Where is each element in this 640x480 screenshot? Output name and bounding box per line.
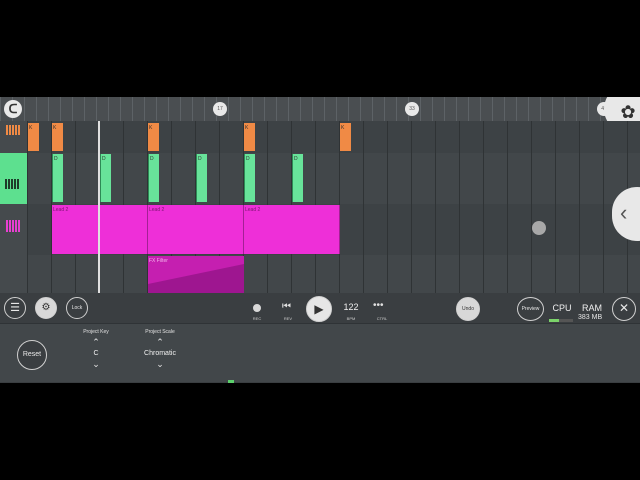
drum-pattern-icon <box>6 125 20 135</box>
instrument-settings-button[interactable]: ⚙ <box>35 297 57 319</box>
track-lane-drums[interactable] <box>27 121 640 154</box>
rewind-icon[interactable]: ⏮ <box>282 301 291 312</box>
synth-bars-icon <box>6 220 20 232</box>
track-lane-fx[interactable] <box>27 255 640 294</box>
more-dots-icon[interactable]: ••• <box>373 300 384 311</box>
close-icon: ✕ <box>618 301 630 315</box>
reset-button[interactable]: Reset <box>17 340 47 370</box>
preview-button[interactable]: Preview <box>517 297 544 321</box>
piano-gear-icon: ⚙ <box>41 302 51 313</box>
keys-clip[interactable]: D <box>196 154 207 202</box>
lead-clip[interactable]: Lead 2 <box>244 205 340 254</box>
lead-clip[interactable] <box>100 205 148 254</box>
ruler-mark-17[interactable]: 17 <box>213 102 227 116</box>
cpu-meter-fill <box>549 319 559 322</box>
drum-clip[interactable]: K <box>28 123 39 151</box>
snap-magnet-icon[interactable]: ᑕ <box>4 100 22 118</box>
mixer-button[interactable]: ☰ <box>4 297 26 319</box>
rec-label: REC <box>252 316 262 321</box>
ctrl-label: CTRL <box>376 316 388 321</box>
progress-indicator <box>228 380 234 383</box>
cpu-meter <box>549 319 573 322</box>
ram-value: 383 MB <box>578 314 603 321</box>
lead-clip[interactable]: Lead 2 <box>52 205 100 254</box>
drum-clip[interactable]: K <box>340 123 351 151</box>
key-down-chevron-icon[interactable]: ⌄ <box>66 360 126 369</box>
project-key-label: Project Key <box>83 329 109 335</box>
record-icon[interactable] <box>253 304 261 312</box>
keys-clip[interactable]: D <box>52 154 63 202</box>
playhead[interactable] <box>98 121 100 293</box>
keys-clip[interactable]: D <box>244 154 255 202</box>
timeline-ruler[interactable]: ᑕ 17 33 49 ✿ <box>0 97 640 133</box>
drum-clip[interactable]: K <box>148 123 159 151</box>
play-icon: ▶ <box>314 302 324 316</box>
ruler-mark-33[interactable]: 33 <box>405 102 419 116</box>
track-head-lead[interactable] <box>0 204 27 256</box>
ram-label: RAM <box>582 303 602 313</box>
track-head-keys[interactable] <box>0 153 27 205</box>
playlist-tracks: K K K K K D D D D D D Lead 2 Lead 2 Lead… <box>0 121 640 294</box>
track-head-drums[interactable] <box>0 121 27 154</box>
close-button[interactable]: ✕ <box>612 297 636 321</box>
keys-clip[interactable]: D <box>292 154 303 202</box>
project-scale-value: Chromatic <box>144 350 176 357</box>
keys-clip[interactable]: D <box>148 154 159 202</box>
mixer-faders-icon: ☰ <box>10 302 20 314</box>
play-button[interactable]: ▶ <box>306 296 332 322</box>
project-scale-label: Project Scale <box>145 329 175 335</box>
drum-clip[interactable]: K <box>52 123 63 151</box>
undo-button[interactable]: Undo <box>456 297 480 321</box>
project-key-value: C <box>93 350 99 357</box>
scale-down-chevron-icon[interactable]: ⌄ <box>130 360 190 369</box>
scale-up-chevron-icon[interactable]: ⌃ <box>130 338 190 347</box>
cpu-label: CPU <box>552 303 572 313</box>
lead-clip[interactable]: Lead 2 <box>148 205 244 254</box>
chevron-left-icon: ‹ <box>620 200 628 225</box>
fl-studio-mobile-window: ᑕ 17 33 49 ✿ K K K K K D D D <box>0 97 640 383</box>
keys-pattern-icon <box>5 179 20 189</box>
fx-clip-label: FX Filter <box>149 258 168 264</box>
rev-label: REV <box>283 316 293 321</box>
keys-clip[interactable]: D <box>100 154 111 202</box>
fx-filter-clip[interactable]: FX Filter <box>148 256 244 293</box>
bpm-value[interactable]: 122 <box>340 302 362 312</box>
track-head-fx[interactable] <box>0 255 27 294</box>
track-lane-keys[interactable] <box>27 153 640 205</box>
drum-clip[interactable]: K <box>244 123 255 151</box>
lock-button[interactable]: Lock <box>66 297 88 319</box>
scroll-handle[interactable] <box>532 221 546 235</box>
bpm-label: BPM <box>346 316 356 321</box>
key-up-chevron-icon[interactable]: ⌃ <box>66 338 126 347</box>
